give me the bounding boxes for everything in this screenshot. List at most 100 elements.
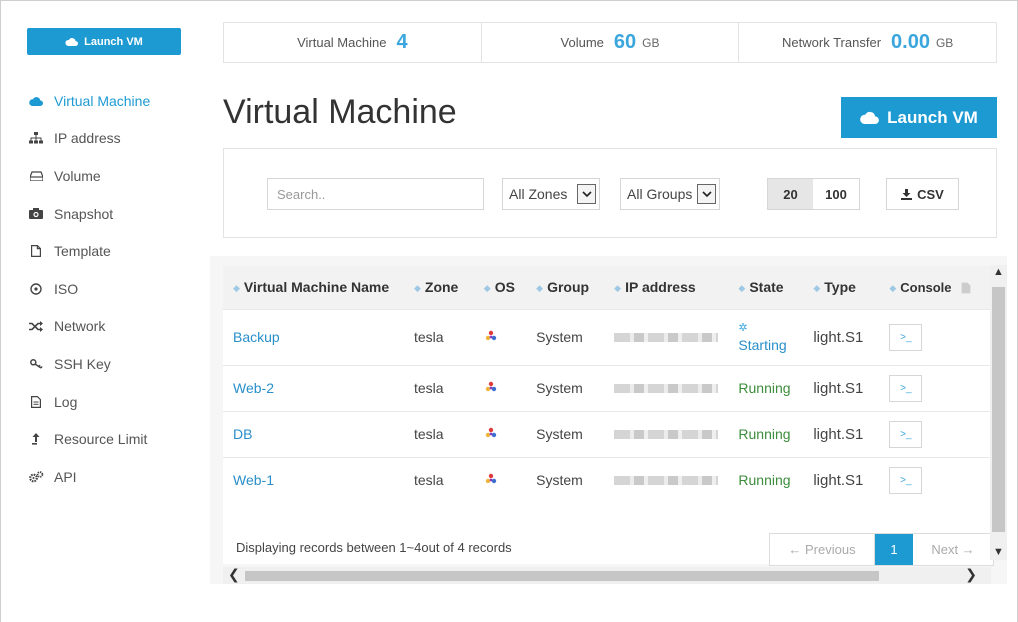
sidebar-item-label: IP address xyxy=(54,130,121,147)
stat-value: 0.00 xyxy=(891,31,930,53)
sidebar-item-label: Resource Limit xyxy=(54,431,148,448)
stat-volume: Volume 60 GB xyxy=(482,23,740,62)
column-header-ip-address[interactable]: ◆ IP address xyxy=(614,266,738,309)
cloud-icon xyxy=(65,38,79,46)
stat-value: 60 xyxy=(613,31,637,53)
sidebar-item-network[interactable]: Network xyxy=(27,308,150,346)
previous-page-button[interactable]: ← Previous xyxy=(770,534,875,565)
vm-name-link[interactable]: Web-1 xyxy=(223,457,414,503)
os-logo-icon xyxy=(484,473,498,489)
vm-name-link[interactable]: DB xyxy=(223,411,414,457)
vm-table-panel: ◆ Virtual Machine Name ◆ Zone ◆ OS ◆ Group ◆… xyxy=(210,256,1007,584)
vm-name-link[interactable]: Backup xyxy=(223,309,414,365)
document-icon xyxy=(27,395,45,409)
sidebar-item-resource-limit[interactable]: Resource Limit xyxy=(27,420,150,458)
scroll-right-arrow-icon[interactable]: ❯ xyxy=(965,566,977,583)
scroll-down-arrow-icon[interactable]: ▼ xyxy=(993,546,1004,558)
sidebar-launch-vm-button[interactable]: Launch VM xyxy=(27,28,181,55)
column-header-state[interactable]: ◆ State xyxy=(738,266,813,309)
sidebar-item-api[interactable]: API xyxy=(27,458,150,496)
records-summary: Displaying records between 1~4out of 4 r… xyxy=(236,540,512,555)
hdd-icon xyxy=(27,169,45,183)
vertical-scroll-thumb[interactable] xyxy=(992,287,1005,532)
page-size-100-button[interactable]: 100 xyxy=(813,179,859,209)
vm-group: System xyxy=(536,472,583,489)
console-cell: >_ xyxy=(889,309,991,365)
vm-zone: tesla xyxy=(413,472,444,489)
vm-state: Running xyxy=(738,426,791,442)
key-icon xyxy=(27,357,45,371)
sort-icon: ◆ xyxy=(483,283,491,294)
sort-icon: ◆ xyxy=(233,283,240,294)
table-row: Backup tesla System ✲ Starting light.S1 >… xyxy=(223,309,991,365)
os-logo-icon xyxy=(484,381,498,397)
sidebar-nav: Virtual Machine IP address Volume Snapsh… xyxy=(27,82,150,496)
sidebar-item-label: Virtual Machine xyxy=(54,92,151,109)
vm-group: System xyxy=(536,426,583,442)
vm-state: ✲ Starting xyxy=(738,309,813,365)
sort-icon: ◆ xyxy=(614,283,622,294)
sidebar-item-iso[interactable]: ISO xyxy=(27,270,150,308)
os-cell xyxy=(484,411,536,457)
sidebar-item-ip-address[interactable]: IP address xyxy=(27,120,150,158)
page-size-20-button[interactable]: 20 xyxy=(768,179,813,209)
stat-value: 4 xyxy=(396,31,408,53)
page-size-toggle: 20 100 xyxy=(767,178,860,210)
sidebar-item-volume[interactable]: Volume xyxy=(27,157,150,195)
cloud-icon xyxy=(27,94,45,108)
search-input[interactable]: Search.. xyxy=(267,178,484,210)
zone-select[interactable]: All Zones xyxy=(502,178,600,210)
vm-type: light.S1 xyxy=(813,471,864,489)
vm-group: System xyxy=(536,380,583,396)
table-row: Web-2 tesla System Running light.S1 >_ xyxy=(223,365,991,411)
column-header-zone[interactable]: ◆ Zone xyxy=(414,266,484,309)
os-cell xyxy=(484,309,536,365)
column-header-os[interactable]: ◆ OS xyxy=(484,266,536,309)
sidebar-item-ssh-key[interactable]: SSH Key xyxy=(27,345,150,383)
column-header-name[interactable]: ◆ Virtual Machine Name xyxy=(223,266,414,309)
csv-download-button[interactable]: CSV xyxy=(886,178,959,210)
stat-network-transfer: Network Transfer 0.00 GB xyxy=(739,23,996,62)
pagination: ← Previous 1 Next → xyxy=(769,533,994,566)
search-placeholder: Search.. xyxy=(277,186,326,202)
table-row: DB tesla System Running light.S1 >_ xyxy=(223,411,991,457)
sitemap-icon xyxy=(27,131,45,145)
download-icon xyxy=(901,188,913,200)
vm-ip-redacted xyxy=(614,411,738,457)
console-terminal-button[interactable]: >_ xyxy=(889,323,923,351)
launch-vm-button[interactable]: Launch VM xyxy=(841,97,997,138)
os-logo-icon xyxy=(484,427,498,443)
sidebar-item-snapshot[interactable]: Snapshot xyxy=(27,195,150,233)
vm-state: Running xyxy=(738,472,791,489)
vertical-scrollbar[interactable]: ▲ ▼ xyxy=(990,265,1007,560)
next-page-button[interactable]: Next → xyxy=(913,534,993,565)
scroll-left-arrow-icon[interactable]: ❮ xyxy=(228,566,240,583)
sort-icon: ◆ xyxy=(413,283,421,294)
page-1-button[interactable]: 1 xyxy=(875,534,913,565)
sidebar-item-log[interactable]: Log xyxy=(27,383,150,421)
horizontal-scrollbar[interactable]: ❮ ❯ xyxy=(223,566,991,584)
column-header-console[interactable]: ◆ Console xyxy=(889,266,991,309)
vm-group: System xyxy=(536,329,583,345)
sort-icon: ◆ xyxy=(889,282,897,293)
sidebar-item-label: Volume xyxy=(54,167,101,184)
group-select[interactable]: All Groups xyxy=(620,178,720,210)
disc-icon xyxy=(27,282,45,296)
scroll-up-arrow-icon[interactable]: ▲ xyxy=(993,266,1004,278)
stat-unit: GB xyxy=(935,35,954,50)
upload-arrow-icon xyxy=(27,432,45,446)
column-header-group[interactable]: ◆ Group xyxy=(536,266,614,309)
csv-label: CSV xyxy=(917,186,944,202)
chevron-down-icon xyxy=(697,184,716,204)
console-terminal-button[interactable]: >_ xyxy=(889,466,923,494)
summary-stats: Virtual Machine 4 Volume 60 GB Network T… xyxy=(223,22,997,63)
sidebar-item-template[interactable]: Template xyxy=(27,232,150,270)
console-terminal-button[interactable]: >_ xyxy=(889,374,923,402)
console-terminal-button[interactable]: >_ xyxy=(889,420,923,448)
sidebar-item-virtual-machine[interactable]: Virtual Machine xyxy=(27,82,150,120)
os-logo-icon xyxy=(484,330,498,346)
column-header-type[interactable]: ◆ Type xyxy=(813,266,889,309)
os-cell xyxy=(484,365,536,411)
vm-name-link[interactable]: Web-2 xyxy=(223,365,414,411)
horizontal-scroll-thumb[interactable] xyxy=(245,571,879,581)
